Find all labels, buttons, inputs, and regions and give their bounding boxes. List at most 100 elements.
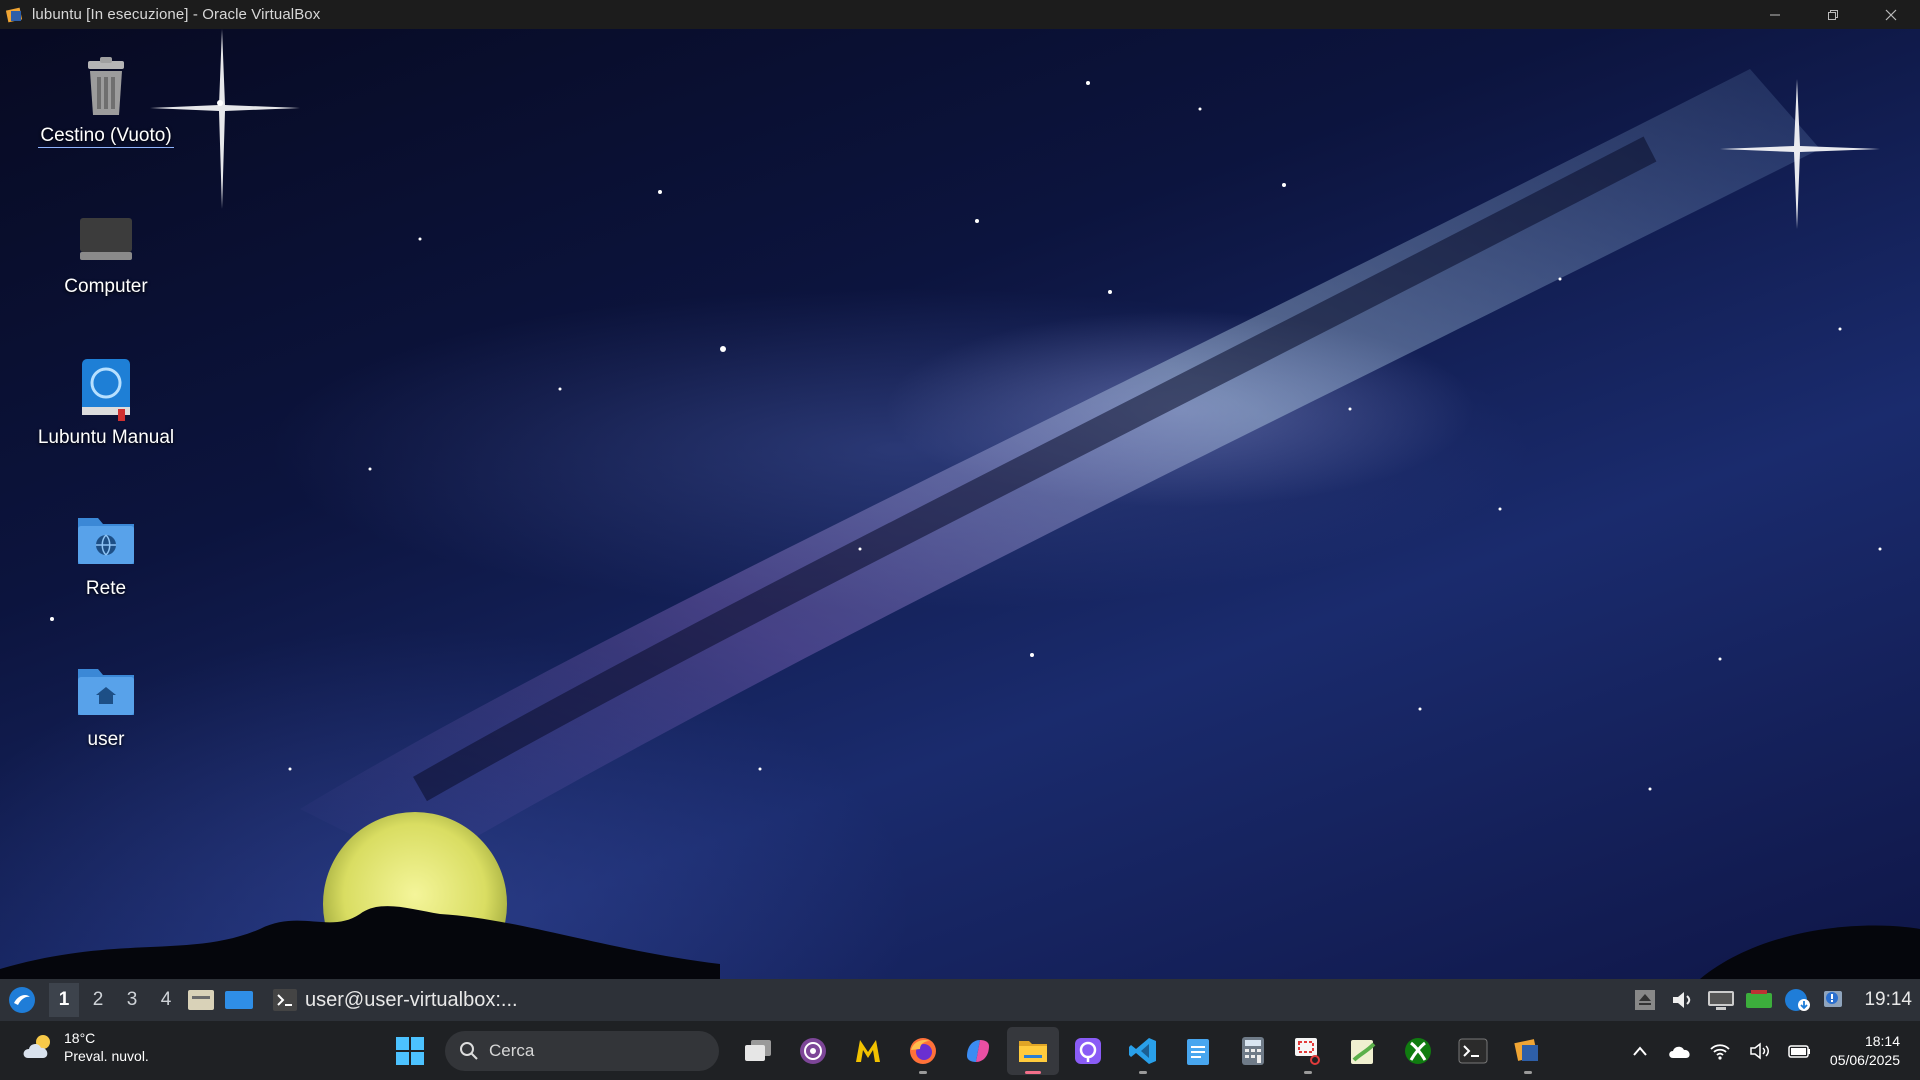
update-icon	[1785, 989, 1811, 1011]
copilot-icon	[967, 1039, 989, 1062]
eject-icon	[1635, 990, 1656, 1010]
windows-taskbar: 18°C Preval. nuvol. Cerca 18:14 05/06/20…	[0, 1021, 1920, 1080]
restore-icon	[1828, 9, 1838, 20]
copilot-button[interactable]	[952, 1027, 1004, 1075]
file-manager-icon	[188, 990, 214, 1010]
lubuntu-desktop[interactable]: Cestino (Vuoto) Computer Lubuntu Manual …	[0, 29, 1920, 979]
manual-icon	[82, 359, 130, 421]
desktop-icon-label: user	[87, 729, 125, 750]
task-label: user@user-virtualbox:...	[305, 988, 518, 1011]
weather-widget[interactable]: 18°C Preval. nuvol.	[22, 1029, 149, 1065]
virtualbox-icon	[6, 7, 23, 22]
wifi-tray[interactable]	[1702, 1036, 1738, 1066]
notepad-button[interactable]	[1172, 1027, 1224, 1075]
task-view-icon	[745, 1039, 771, 1061]
volume-tray-host[interactable]	[1742, 1036, 1778, 1066]
network-folder-icon	[78, 518, 134, 564]
battery-tray[interactable]	[1744, 986, 1774, 1014]
running-indicator	[1139, 1070, 1147, 1074]
file-explorer-button[interactable]	[1007, 1026, 1059, 1075]
minimize-icon	[1770, 14, 1780, 15]
computer-icon	[80, 218, 132, 260]
minimize-button[interactable]	[1746, 0, 1804, 29]
onedrive-icon	[1669, 1046, 1690, 1058]
restore-button[interactable]	[1804, 0, 1862, 29]
start-button[interactable]	[384, 1027, 436, 1075]
notification-icon	[1824, 991, 1843, 1007]
desktop-icon-label: Lubuntu Manual	[37, 427, 175, 448]
snipping-tool-button[interactable]	[1282, 1027, 1334, 1075]
display-icon	[1708, 991, 1735, 1010]
notepadpp-icon	[1351, 1039, 1376, 1064]
file-manager-launcher[interactable]	[185, 985, 217, 1015]
notepadpp-button[interactable]	[1337, 1027, 1389, 1075]
snipping-tool-icon	[1295, 1037, 1320, 1065]
chevron-up-icon	[1633, 1045, 1647, 1056]
eject-tray[interactable]	[1630, 986, 1660, 1014]
show-hidden-icons-button[interactable]	[1622, 1036, 1658, 1066]
volume-tray[interactable]	[1668, 986, 1698, 1014]
terminal-icon	[1458, 1038, 1488, 1063]
virtualbox-button[interactable]	[1502, 1027, 1554, 1075]
file-explorer-icon	[1019, 1040, 1047, 1062]
lubuntu-menu-icon[interactable]	[7, 985, 37, 1015]
calculator-button[interactable]	[1227, 1027, 1279, 1075]
desktop-icon-home[interactable]: user	[24, 659, 188, 751]
running-indicator	[1524, 1070, 1532, 1074]
panel-clock[interactable]: 19:14	[1864, 989, 1912, 1011]
search-icon	[460, 1041, 478, 1060]
malwarebytes-icon	[856, 1039, 880, 1062]
volume-icon	[1673, 992, 1691, 1008]
desktop-icon-label: Cestino (Vuoto)	[38, 125, 174, 148]
show-desktop-icon	[225, 991, 253, 1009]
weather-desc: Preval. nuvol.	[64, 1048, 149, 1064]
close-button[interactable]	[1862, 0, 1920, 29]
xbox-icon	[1405, 1037, 1431, 1064]
workspace-4-button[interactable]: 4	[151, 983, 181, 1017]
trash-icon	[88, 57, 124, 115]
desktop-icon-label: Rete	[85, 578, 127, 599]
notification-tray[interactable]	[1820, 986, 1850, 1014]
updates-tray[interactable]	[1782, 986, 1812, 1014]
workspace-1-button[interactable]: 1	[49, 983, 79, 1017]
desktop-icon-label: Computer	[64, 276, 148, 297]
vscode-button[interactable]	[1117, 1027, 1169, 1075]
desktop-icon-network[interactable]: Rete	[24, 508, 188, 600]
display-tray[interactable]	[1706, 986, 1736, 1014]
desktop-icon-computer[interactable]: Computer	[24, 206, 188, 298]
close-icon	[1885, 9, 1897, 20]
clock-time: 18:14	[1864, 1032, 1900, 1049]
vscode-icon	[1129, 1037, 1156, 1064]
tor-browser-button[interactable]	[787, 1027, 839, 1075]
system-clock[interactable]: 18:14 05/06/2025	[1830, 1032, 1900, 1070]
workspace-2-button[interactable]: 2	[83, 983, 113, 1017]
desktop-icon-trash[interactable]: Cestino (Vuoto)	[24, 55, 188, 148]
battery-tray-host[interactable]	[1782, 1036, 1818, 1066]
notepad-icon	[1187, 1038, 1209, 1065]
proton-pass-icon	[1075, 1037, 1101, 1064]
lxqt-panel: 1 2 3 4 user@user-virtualbox:... 19:14	[0, 979, 1920, 1021]
proton-pass-button[interactable]	[1062, 1027, 1114, 1075]
workspace-3-button[interactable]: 3	[117, 983, 147, 1017]
clock-date: 05/06/2025	[1829, 1051, 1900, 1068]
search-box[interactable]: Cerca	[445, 1030, 719, 1071]
terminal-button[interactable]	[1447, 1027, 1499, 1075]
malwarebytes-button[interactable]	[842, 1027, 894, 1075]
desktop-icon-lubuntu-manual[interactable]: Lubuntu Manual	[24, 357, 188, 449]
search-placeholder: Cerca	[489, 1040, 535, 1060]
weather-temp: 18°C	[64, 1030, 96, 1046]
firefox-button[interactable]	[897, 1027, 949, 1075]
taskbar-terminal-window[interactable]: user@user-virtualbox:...	[273, 989, 518, 1012]
battery-icon	[1746, 990, 1773, 1008]
terminal-icon	[273, 989, 297, 1011]
show-desktop-launcher[interactable]	[223, 985, 255, 1015]
running-indicator	[1304, 1070, 1312, 1074]
onedrive-tray[interactable]	[1662, 1036, 1698, 1066]
task-view-button[interactable]	[732, 1027, 784, 1075]
cloudy-weather-icon	[23, 1035, 50, 1058]
calculator-icon	[1242, 1036, 1264, 1065]
xbox-button[interactable]	[1392, 1027, 1444, 1075]
volume-icon	[1750, 1041, 1769, 1060]
firefox-icon	[910, 1037, 936, 1064]
tor-browser-icon	[800, 1037, 826, 1064]
